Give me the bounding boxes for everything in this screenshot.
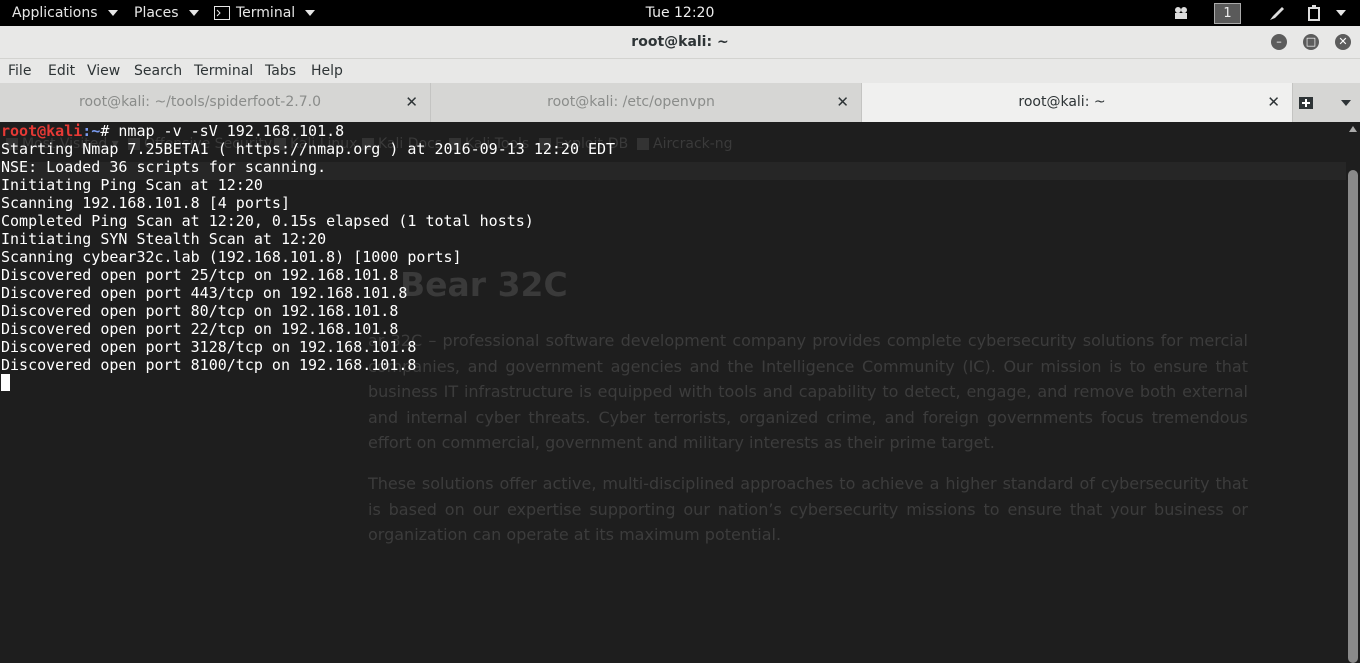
output-line: Discovered open port 80/tcp on 192.168.1… [1, 302, 399, 320]
output-line: Discovered open port 8100/tcp on 192.168… [1, 356, 417, 374]
video-camera-icon[interactable] [1173, 6, 1191, 20]
output-line: Scanning cybear32c.lab (192.168.101.8) [… [1, 248, 462, 266]
output-line: NSE: Loaded 36 scripts for scanning. [1, 158, 327, 176]
tab-spiderfoot[interactable]: root@kali: ~/tools/spiderfoot-2.7.0 ✕ [0, 83, 431, 122]
workspace-indicator[interactable]: 1 [1214, 3, 1241, 24]
output-line: Discovered open port 25/tcp on 192.168.1… [1, 266, 399, 284]
output-line: Scanning 192.168.101.8 [4 ports] [1, 194, 290, 212]
tab-label: root@kali: ~/tools/spiderfoot-2.7.0 [79, 94, 321, 110]
window-title: root@kali: ~ [631, 34, 729, 50]
window-titlebar[interactable]: root@kali: ~ – □ ✕ [0, 26, 1360, 59]
tab-bar: root@kali: ~/tools/spiderfoot-2.7.0 ✕ ro… [0, 83, 1360, 123]
pen-icon[interactable] [1268, 5, 1286, 21]
output-line: Initiating SYN Stealth Scan at 12:20 [1, 230, 327, 248]
tab-menu-chevron-icon[interactable] [1341, 100, 1351, 106]
minimize-button[interactable]: – [1271, 34, 1287, 50]
power-icon[interactable] [1306, 4, 1324, 22]
maximize-button[interactable]: □ [1303, 34, 1319, 50]
output-line: Starting Nmap 7.25BETA1 ( https://nmap.o… [1, 140, 616, 158]
menu-help[interactable]: Help [311, 59, 343, 83]
output-line: Completed Ping Scan at 12:20, 0.15s elap… [1, 212, 534, 230]
text-cursor [1, 374, 10, 391]
close-icon[interactable]: ✕ [405, 83, 418, 122]
menu-edit[interactable]: Edit [48, 59, 75, 83]
scroll-up-icon[interactable] [1349, 126, 1357, 132]
terminal-view[interactable]: Most Visited ▾ Offensive Security Kali L… [0, 122, 1346, 663]
chevron-down-icon[interactable] [1336, 10, 1346, 16]
bookmark: Aircrack-ng [637, 136, 733, 152]
tab-home[interactable]: root@kali: ~ ✕ [862, 83, 1293, 122]
terminal-scrollbar[interactable] [1346, 122, 1360, 663]
prompt-user: root@kali [1, 122, 83, 140]
scrollbar-thumb[interactable] [1348, 170, 1358, 663]
output-line: Discovered open port 443/tcp on 192.168.… [1, 284, 408, 302]
aircrack-icon [637, 138, 649, 150]
top-panel: Applications Places Terminal Tue 12:20 1 [0, 0, 1360, 26]
new-tab-icon[interactable] [1298, 93, 1316, 111]
menu-view[interactable]: View [87, 59, 120, 83]
clock[interactable]: Tue 12:20 [0, 0, 1360, 26]
prompt-symbol: # [100, 122, 119, 140]
menu-file[interactable]: File [8, 59, 31, 83]
output-line: Initiating Ping Scan at 12:20 [1, 176, 263, 194]
output-line: Discovered open port 22/tcp on 192.168.1… [1, 320, 399, 338]
close-button[interactable]: ✕ [1335, 34, 1351, 50]
menu-terminal[interactable]: Terminal [194, 59, 253, 83]
tab-label: root@kali: /etc/openvpn [547, 94, 715, 110]
menu-tabs[interactable]: Tabs [265, 59, 296, 83]
close-icon[interactable]: ✕ [836, 83, 849, 122]
tab-label: root@kali: ~ [1018, 94, 1106, 110]
prompt-path: :~ [82, 122, 101, 140]
menu-bar: File Edit View Search Terminal Tabs Help [0, 59, 1360, 83]
tab-openvpn[interactable]: root@kali: /etc/openvpn ✕ [431, 83, 862, 122]
command-text: nmap -v -sV 192.168.101.8 [118, 122, 345, 140]
menu-search[interactable]: Search [134, 59, 182, 83]
output-line: Discovered open port 3128/tcp on 192.168… [1, 338, 417, 356]
terminal-output[interactable]: root@kali:~# nmap -v -sV 192.168.101.8 S… [1, 122, 615, 392]
background-paragraph: These solutions offer active, multi-disc… [368, 474, 1248, 544]
close-icon[interactable]: ✕ [1267, 83, 1280, 122]
